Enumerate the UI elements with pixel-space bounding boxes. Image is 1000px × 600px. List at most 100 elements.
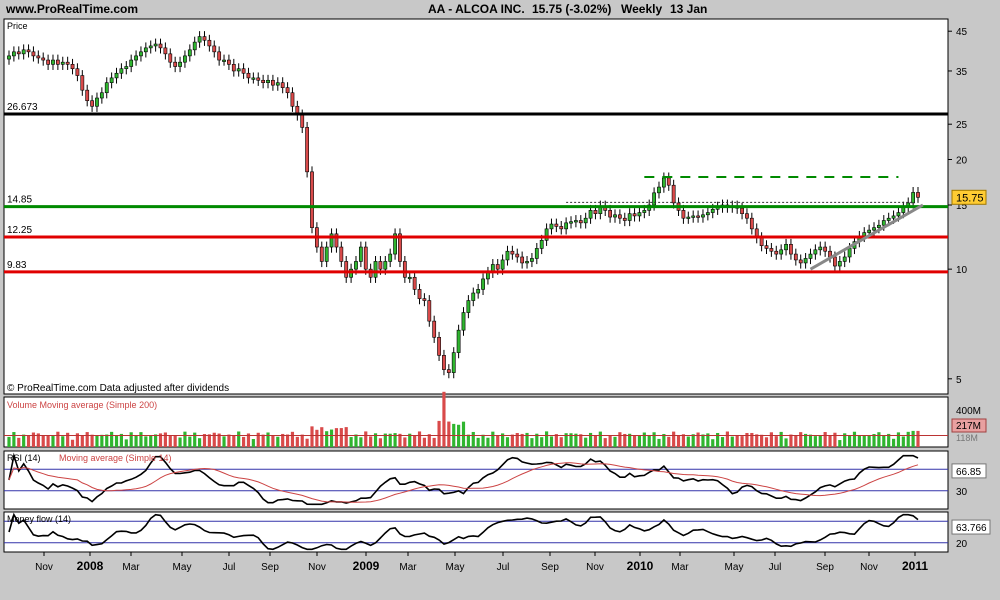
candle-body	[90, 100, 94, 107]
candle-body	[427, 300, 432, 322]
volume-bar	[652, 432, 656, 447]
candle-body	[417, 289, 422, 299]
volume-bar	[642, 432, 646, 447]
volume-bar	[691, 434, 695, 447]
x-tick-label: Nov	[308, 562, 326, 573]
candle-body	[305, 127, 310, 173]
volume-bar	[491, 431, 495, 447]
volume-bar	[906, 431, 910, 447]
candle-body	[319, 246, 324, 262]
volume-bar	[251, 439, 255, 447]
candle-body	[578, 220, 583, 224]
volume-bar	[139, 432, 143, 447]
candle-body	[466, 300, 471, 313]
volume-bar	[598, 431, 602, 447]
volume-bar	[916, 430, 920, 447]
candle-body	[104, 82, 109, 94]
candle-body	[896, 212, 901, 217]
candle-body	[500, 259, 505, 270]
x-tick-label: Sep	[541, 562, 559, 573]
volume-bar	[17, 437, 21, 447]
volume-bar	[320, 427, 324, 447]
volume-bar	[193, 432, 197, 447]
candle-body	[85, 89, 90, 102]
candle-body	[671, 184, 676, 204]
volume-bar	[725, 431, 729, 447]
price-chart-svg[interactable]: 510152025354526.67314.8512.259.8315.75Pr…	[0, 0, 1000, 600]
volume-bar	[344, 427, 348, 447]
volume-bar	[198, 438, 202, 447]
candle-body	[26, 49, 31, 53]
volume-bar	[549, 436, 554, 447]
volume-bar	[681, 434, 686, 447]
volume-bar	[647, 434, 651, 447]
candle-body	[31, 51, 36, 57]
volume-bar	[686, 436, 690, 447]
volume-bar	[207, 434, 211, 447]
volume-bar	[56, 431, 60, 447]
candle-body	[168, 53, 173, 63]
candle-body	[46, 59, 50, 65]
candle-body	[534, 248, 539, 259]
volume-bar	[7, 436, 11, 447]
volume-bar	[540, 437, 544, 447]
x-tick-label: 2009	[353, 559, 380, 573]
candle-body	[217, 51, 222, 61]
candle-body	[823, 246, 828, 252]
volume-bar	[828, 435, 832, 447]
volume-bar	[70, 439, 75, 447]
volume-bar	[774, 436, 778, 447]
candle-body	[129, 59, 134, 67]
candle-body	[280, 82, 285, 88]
candle-body	[710, 208, 715, 213]
x-tick-label: Mar	[122, 562, 140, 573]
volume-bar	[413, 435, 417, 447]
chart-area[interactable]: 5 10 15 20 25 35 45 26.673 14.85 12.25 9.83 15.75 Pr…	[0, 0, 1000, 600]
candle-body	[608, 210, 613, 218]
volume-bar	[735, 434, 739, 447]
volume-bar	[632, 435, 637, 447]
volume-bar	[325, 431, 329, 447]
candle-body	[266, 79, 270, 83]
volume-bar	[290, 431, 295, 447]
volume-bar	[144, 436, 148, 447]
volume-bar	[730, 436, 734, 447]
candle-body	[505, 250, 510, 261]
candle-body	[525, 261, 529, 264]
candle-body	[549, 223, 554, 230]
volume-bar	[188, 436, 192, 447]
candle-body	[173, 61, 178, 67]
volume-bar	[613, 436, 617, 447]
candle-body	[227, 59, 231, 65]
candle-body	[432, 320, 437, 338]
volume-bar	[295, 436, 299, 447]
candle-body	[872, 227, 876, 231]
candle-body	[617, 214, 622, 219]
candle-body	[593, 210, 598, 214]
candle-body	[520, 256, 525, 264]
candle-body	[867, 229, 872, 233]
candle-body	[476, 289, 481, 294]
volume-tick-label: 118M	[956, 433, 978, 443]
volume-value-label: 217M	[956, 421, 981, 432]
volume-bar	[760, 434, 764, 447]
candle-body	[588, 210, 593, 219]
x-tick-label: 2011	[902, 559, 928, 573]
candle-body	[358, 246, 363, 262]
candle-body	[60, 61, 65, 65]
volume-bar	[847, 436, 852, 447]
volume-bar	[813, 436, 817, 447]
volume-bar	[437, 420, 441, 447]
volume-bar	[105, 434, 109, 447]
candle-body	[344, 261, 349, 278]
candle-body	[354, 261, 358, 270]
candle-body	[158, 43, 163, 49]
volume-bar	[378, 438, 383, 447]
candle-body	[837, 261, 842, 267]
candle-body	[55, 59, 60, 65]
volume-panel-title: Volume Moving average (Simple 200)	[7, 400, 157, 410]
candle-body	[95, 97, 99, 107]
price-tick-label: 35	[956, 67, 968, 78]
candle-body	[36, 55, 41, 59]
candle-body	[705, 212, 710, 216]
